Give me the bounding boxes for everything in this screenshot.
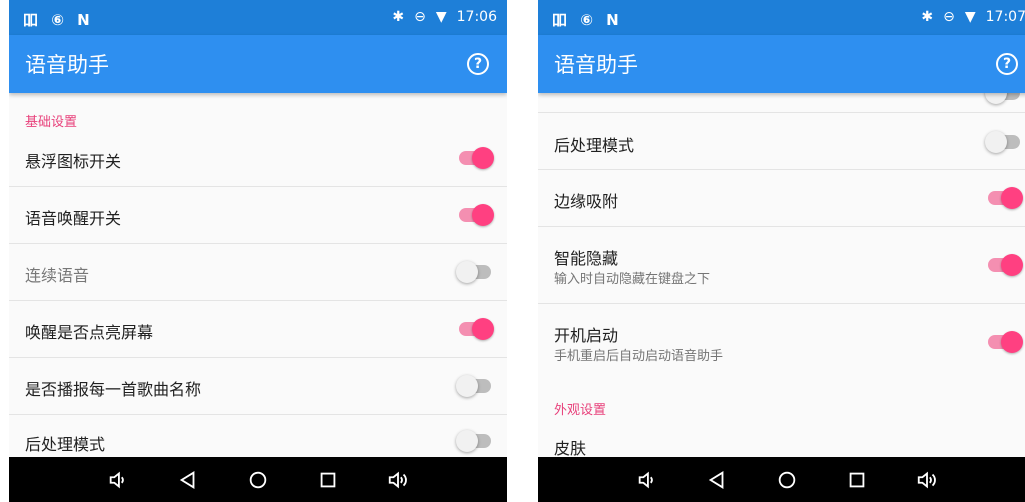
toggle-switch[interactable] (985, 93, 1022, 105)
settings-list: 后处理模式 边缘吸附 智能隐藏 输入时自动隐藏在键盘之下 开机启动 手机重启后自… (538, 93, 1025, 457)
wifi-icon: ▼ (964, 9, 976, 25)
toggle-switch[interactable] (456, 374, 493, 398)
volume-up-icon[interactable] (382, 464, 414, 496)
volume-down-icon[interactable] (102, 464, 134, 496)
setting-post-processing[interactable]: 后处理模式 (9, 415, 507, 457)
toggle-switch[interactable] (456, 429, 493, 453)
home-icon[interactable] (771, 464, 803, 496)
setting-post-processing[interactable]: 后处理模式 (538, 113, 1025, 170)
do-not-disturb-icon: ⊖ (943, 9, 955, 25)
navigation-bar (9, 457, 507, 502)
help-icon[interactable]: ? (996, 53, 1018, 75)
toggle-switch[interactable] (985, 130, 1022, 154)
setting-title: 边缘吸附 (554, 192, 619, 211)
setting-announce-song[interactable]: 是否播报每一首歌曲名称 (9, 358, 507, 415)
back-icon[interactable] (172, 464, 204, 496)
setting-voice-wakeup[interactable]: 语音唤醒开关 (9, 187, 507, 244)
toggle-switch[interactable] (456, 260, 493, 284)
volume-down-icon[interactable] (631, 464, 663, 496)
setting-start-on-boot[interactable]: 开机启动 手机重启后自动启动语音助手 (538, 304, 1025, 381)
phone-screen-left: 吅 ⑥ N ✱ ⊖ ▼ 17:06 语音助手 ? 基础设置 悬浮图标开关 语音唤… (9, 0, 507, 502)
status-time: 17:07 (985, 9, 1025, 25)
setting-partial-previous[interactable] (538, 93, 1025, 113)
setting-title: 皮肤 (554, 439, 587, 457)
setting-skin[interactable]: 皮肤 (538, 421, 1025, 457)
setting-title: 语音唤醒开关 (25, 209, 122, 228)
setting-edge-snap[interactable]: 边缘吸附 (538, 170, 1025, 227)
status-time: 17:06 (456, 9, 497, 25)
toggle-switch[interactable] (457, 203, 494, 227)
section-header-appearance: 外观设置 (554, 403, 607, 418)
recents-icon[interactable] (312, 464, 344, 496)
app-title: 语音助手 (554, 53, 638, 77)
settings-list: 基础设置 悬浮图标开关 语音唤醒开关 连续语音 唤醒是否点亮屏幕 是否播报每一首… (9, 93, 507, 457)
status-bar: 吅 ⑥ N ✱ ⊖ ▼ 17:07 (538, 0, 1025, 35)
setting-title: 后处理模式 (25, 435, 106, 454)
setting-title: 连续语音 (25, 266, 90, 285)
status-notification-icons: 吅 ⑥ N (23, 11, 94, 29)
volume-up-icon[interactable] (911, 464, 943, 496)
status-notification-icons: 吅 ⑥ N (552, 11, 623, 29)
setting-title: 是否播报每一首歌曲名称 (25, 380, 202, 399)
navigation-bar (538, 457, 1025, 502)
toggle-switch[interactable] (986, 330, 1023, 354)
home-icon[interactable] (242, 464, 274, 496)
setting-wake-screen[interactable]: 唤醒是否点亮屏幕 (9, 301, 507, 358)
toggle-switch[interactable] (457, 146, 494, 170)
toggle-switch[interactable] (457, 317, 494, 341)
setting-title: 开机启动 (554, 326, 619, 345)
setting-title: 悬浮图标开关 (25, 152, 122, 171)
setting-title: 唤醒是否点亮屏幕 (25, 323, 154, 342)
toggle-switch[interactable] (986, 253, 1023, 277)
setting-smart-hide[interactable]: 智能隐藏 输入时自动隐藏在键盘之下 (538, 227, 1025, 304)
toggle-switch[interactable] (986, 186, 1023, 210)
do-not-disturb-icon: ⊖ (414, 9, 426, 25)
setting-floating-icon[interactable]: 悬浮图标开关 (9, 130, 507, 187)
help-icon[interactable]: ? (467, 53, 489, 75)
bluetooth-icon: ✱ (392, 9, 405, 25)
app-title: 语音助手 (25, 53, 109, 77)
wifi-icon: ▼ (435, 9, 447, 25)
status-bar: 吅 ⑥ N ✱ ⊖ ▼ 17:06 (9, 0, 507, 35)
setting-title: 后处理模式 (554, 136, 635, 155)
setting-title: 智能隐藏 (554, 249, 619, 268)
recents-icon[interactable] (841, 464, 873, 496)
setting-continuous-voice[interactable]: 连续语音 (9, 244, 507, 301)
app-bar: 语音助手 ? (538, 35, 1025, 93)
setting-summary: 手机重启后自动启动语音助手 (554, 349, 724, 364)
setting-summary: 输入时自动隐藏在键盘之下 (554, 272, 711, 287)
phone-screen-right: 吅 ⑥ N ✱ ⊖ ▼ 17:07 语音助手 ? 后处理模式 边缘吸附 智能隐藏… (538, 0, 1025, 502)
section-header-basic: 基础设置 (25, 115, 78, 130)
bluetooth-icon: ✱ (921, 9, 934, 25)
back-icon[interactable] (701, 464, 733, 496)
app-bar: 语音助手 ? (9, 35, 507, 93)
